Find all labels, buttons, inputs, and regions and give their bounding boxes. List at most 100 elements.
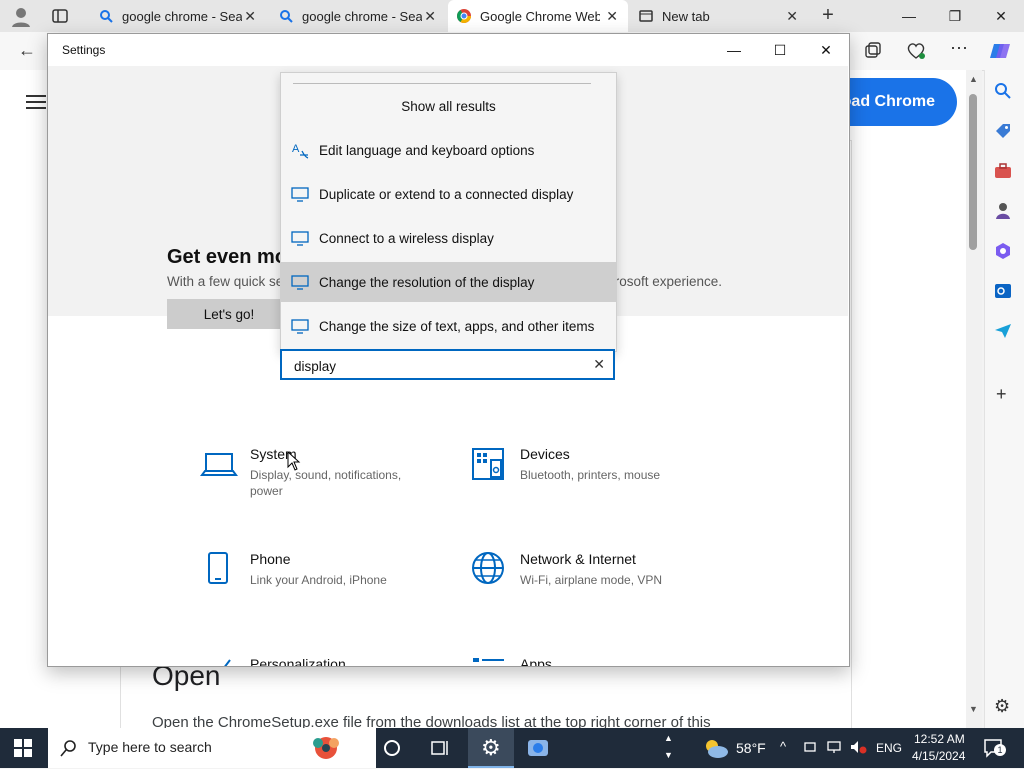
monitor-icon (291, 317, 309, 335)
search-icon (98, 8, 114, 24)
taskbar-app-icon[interactable] (526, 736, 552, 760)
category-description: Bluetooth, printers, mouse (520, 468, 661, 482)
lets-go-button[interactable]: Let's go! (167, 299, 291, 329)
category-title: Network & Internet (520, 551, 636, 567)
banner-heading: Get even mo (167, 246, 288, 268)
result-label: Change the resolution of the display (319, 274, 535, 290)
task-view-icon[interactable] (430, 738, 450, 758)
browser-tab-4[interactable]: New tab ✕ (630, 0, 808, 32)
tab-close-icon[interactable]: ✕ (606, 8, 618, 25)
tab-close-icon[interactable]: ✕ (244, 8, 256, 25)
tools-briefcase-icon[interactable] (994, 162, 1012, 180)
phone-icon (200, 551, 240, 591)
games-icon[interactable] (994, 202, 1012, 220)
cortana-icon[interactable] (382, 738, 402, 758)
newtab-icon (638, 8, 654, 24)
category-apps[interactable]: Apps (470, 656, 552, 666)
chrome-icon (456, 8, 472, 24)
copilot-icon[interactable] (990, 40, 1012, 62)
browser-tab-1[interactable]: google chrome - Sear ✕ (90, 0, 266, 32)
settings-minimize-button[interactable]: — (711, 34, 757, 66)
search-result-language[interactable]: A Edit language and keyboard options (281, 130, 616, 170)
search-result-change-resolution[interactable]: Change the resolution of the display (281, 262, 616, 302)
scrollbar-thumb[interactable] (969, 94, 977, 250)
network-icon[interactable] (826, 740, 842, 754)
brush-icon (200, 656, 240, 666)
search-highlight-icon (304, 732, 348, 764)
tab-label: Google Chrome Web (480, 8, 600, 24)
sidebar-settings-icon[interactable]: ⚙ (994, 696, 1010, 717)
settings-maximize-button[interactable]: ☐ (757, 34, 803, 66)
globe-icon (470, 551, 510, 591)
weather-cloud-icon[interactable] (702, 736, 730, 760)
category-system[interactable]: System Display, sound, notifications, po… (200, 446, 420, 499)
mouse-cursor-icon (287, 450, 301, 471)
tab-close-icon[interactable]: ✕ (786, 8, 798, 25)
taskbar-search-box[interactable]: Type here to search (48, 728, 376, 768)
category-phone[interactable]: Phone Link your Android, iPhone (200, 551, 420, 591)
taskbar-scroll-arrows[interactable]: ▲ ▼ (664, 730, 673, 764)
profile-icon[interactable] (10, 6, 32, 28)
language-icon: A (291, 141, 309, 159)
settings-search-input[interactable] (292, 355, 586, 377)
microsoft365-icon[interactable] (994, 242, 1012, 260)
show-hidden-icons-chevron[interactable]: ^ (780, 739, 786, 754)
show-all-results-link[interactable]: Show all results (281, 99, 616, 114)
search-icon (278, 8, 294, 24)
send-icon[interactable] (994, 322, 1012, 340)
result-label: Change the size of text, apps, and other… (319, 318, 595, 334)
settings-close-button[interactable]: ✕ (803, 34, 849, 66)
keyboard-printer-icon (470, 446, 510, 486)
hamburger-menu-icon[interactable] (26, 94, 46, 110)
clock-time[interactable]: 12:52 AM (914, 732, 965, 746)
category-title: Devices (520, 446, 570, 462)
browser-restore-button[interactable]: ❐ (932, 0, 978, 32)
scroll-down-icon[interactable]: ▼ (969, 704, 978, 714)
weather-temperature[interactable]: 58°F (736, 740, 766, 756)
category-devices[interactable]: Devices Bluetooth, printers, mouse (470, 446, 690, 486)
browser-close-button[interactable]: ✕ (978, 0, 1024, 32)
tab-label: google chrome - Sear (122, 8, 242, 24)
settings-search-box[interactable]: ✕ (280, 349, 615, 380)
page-scrollbar[interactable]: ▲ ▼ (966, 70, 982, 728)
scroll-up-icon[interactable]: ▲ (969, 74, 978, 84)
volume-muted-icon[interactable] (850, 740, 868, 754)
outlook-icon[interactable] (994, 282, 1012, 300)
meet-now-icon[interactable] (804, 740, 818, 754)
clock-date[interactable]: 4/15/2024 (912, 749, 965, 763)
search-result-text-size[interactable]: Change the size of text, apps, and other… (281, 306, 616, 346)
result-label: Connect to a wireless display (319, 230, 494, 246)
tab-close-icon[interactable]: ✕ (424, 8, 436, 25)
category-network[interactable]: Network & Internet Wi-Fi, airplane mode,… (470, 551, 690, 591)
shopping-tag-icon[interactable] (994, 122, 1012, 140)
add-sidebar-icon[interactable]: + (996, 384, 1007, 405)
back-arrow-icon[interactable]: ← (18, 40, 36, 61)
monitor-icon (291, 185, 309, 203)
category-personalization[interactable]: Personalization (200, 656, 346, 667)
category-title: System (250, 446, 297, 462)
browser-tab-2[interactable]: google chrome - Sear ✕ (270, 0, 446, 32)
search-icon (60, 739, 78, 757)
taskbar-search-placeholder: Type here to search (88, 739, 212, 755)
start-windows-icon[interactable] (14, 739, 32, 757)
search-result-duplicate-display[interactable]: Duplicate or extend to a connected displ… (281, 174, 616, 214)
tab-actions-icon[interactable] (52, 8, 68, 24)
search-icon[interactable] (994, 82, 1012, 100)
new-tab-button[interactable]: + (818, 5, 838, 26)
browser-minimize-button[interactable]: — (886, 0, 932, 32)
browser-tab-3-active[interactable]: Google Chrome Web ✕ (448, 0, 628, 32)
gear-icon: ⚙ (481, 735, 501, 760)
category-title: Personalization (250, 656, 346, 667)
clear-search-icon[interactable]: ✕ (593, 356, 605, 373)
collections-icon[interactable] (864, 42, 882, 60)
more-options-icon[interactable]: ⋯ (950, 38, 968, 59)
tab-label: New tab (662, 8, 710, 24)
category-title: Phone (250, 551, 291, 567)
notification-center-icon[interactable]: 1 (982, 736, 1006, 760)
browser-essentials-icon[interactable] (906, 42, 926, 60)
taskbar-settings-app[interactable]: ⚙ (468, 728, 514, 768)
search-result-wireless-display[interactable]: Connect to a wireless display (281, 218, 616, 258)
settings-titlebar[interactable]: Settings — ☐ ✕ (48, 34, 849, 66)
open-instructions: Open the ChromeSetup.exe file from the d… (152, 714, 711, 728)
language-indicator[interactable]: ENG (876, 741, 902, 755)
